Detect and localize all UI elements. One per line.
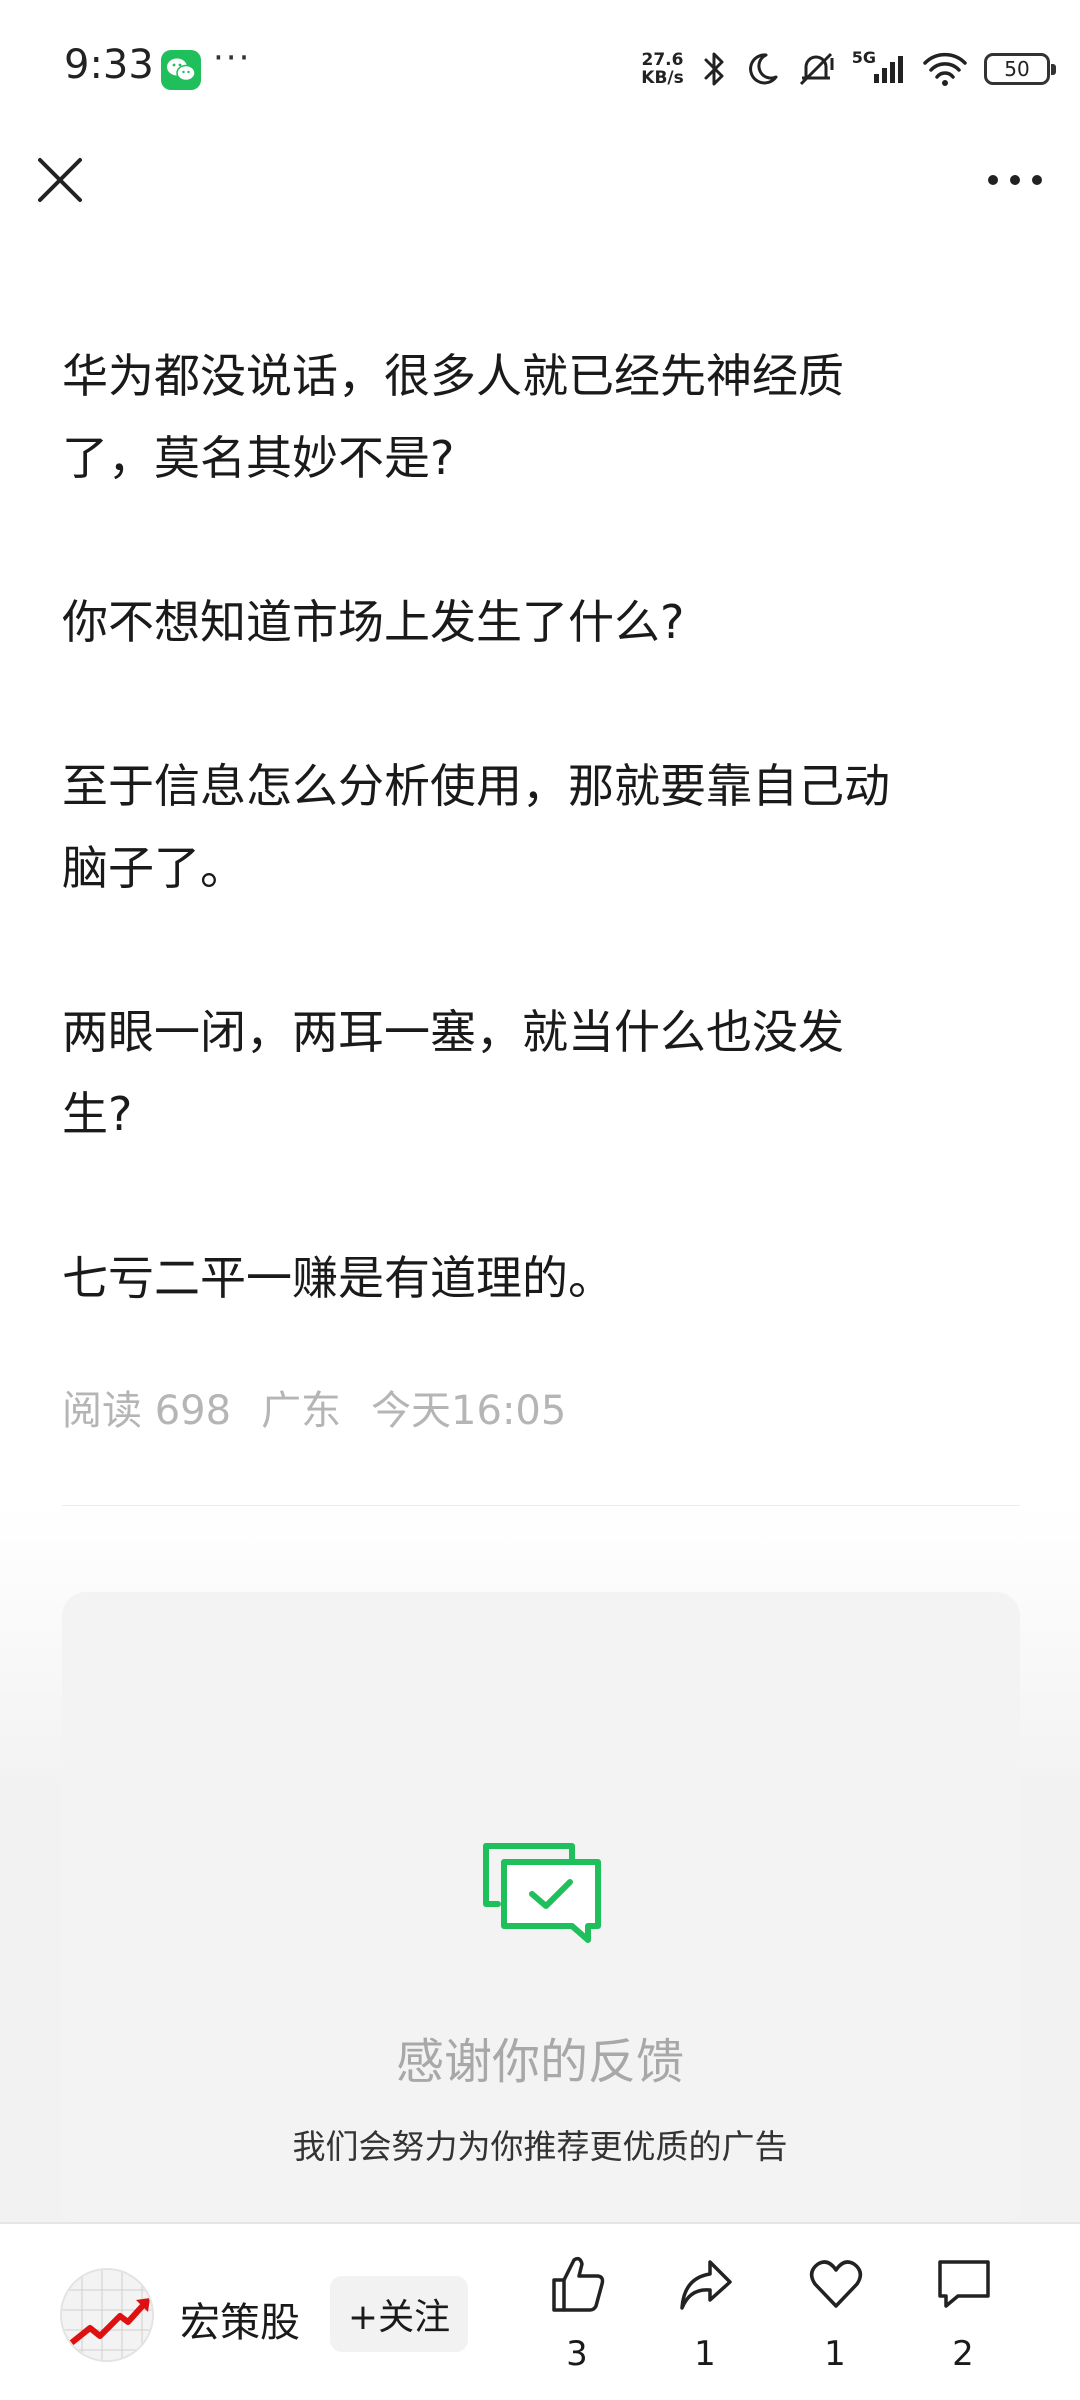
feedback-check-icon <box>483 1843 601 1943</box>
post-location: 广东 <box>261 1388 342 1434</box>
article-paragraph: 两眼一闭，两耳一塞，就当什么也没发 生? <box>62 1005 844 1141</box>
more-icon-dot <box>988 175 998 185</box>
bottom-action-bar: 宏策股 +关注 3 1 1 2 <box>0 2222 1080 2400</box>
more-icon-dot <box>1010 175 1020 185</box>
wifi-icon <box>923 52 967 86</box>
network-speed: 27.6 KB/s <box>641 51 683 87</box>
thumbs-up-icon <box>552 2256 605 2312</box>
stock-chart-avatar-icon <box>62 2270 152 2360</box>
feedback-title: 感谢你的反馈 <box>395 2034 684 2090</box>
battery-indicator: 50 <box>984 53 1056 85</box>
close-button[interactable] <box>30 150 90 210</box>
wechat-notification-icon <box>161 50 201 90</box>
bluetooth-icon <box>704 52 724 86</box>
heart-icon <box>809 2260 863 2308</box>
read-count: 阅读 698 <box>62 1388 232 1434</box>
comment-icon <box>938 2260 990 2308</box>
article-paragraph: 华为都没说话，很多人就已经先神经质 了，莫名其妙不是? <box>62 349 844 485</box>
comment-count: 2 <box>952 2334 974 2374</box>
status-more-indicator: ··· <box>213 38 252 78</box>
share-icon <box>680 2260 732 2310</box>
share-count: 1 <box>694 2334 716 2374</box>
more-icon-dot <box>1032 175 1042 185</box>
close-icon <box>38 158 82 202</box>
signal-icon <box>874 56 903 83</box>
author-name[interactable]: 宏策股 <box>180 2290 300 2348</box>
screen: 9:33 ··· 27.6 KB/s 5G 50 华为都没说话，很多人就已经先神… <box>0 0 1080 2400</box>
like-count: 3 <box>566 2334 588 2374</box>
network-type: 5G <box>851 47 876 67</box>
mute-bell-icon <box>799 52 834 86</box>
article-paragraph: 你不想知道市场上发生了什么? <box>62 595 685 649</box>
share-button[interactable]: 1 <box>660 2254 750 2394</box>
comment-button[interactable]: 2 <box>918 2254 1008 2394</box>
network-speed-value: 27.6 <box>641 50 684 70</box>
feedback-subtitle: 我们会努力为你推荐更优质的广告 <box>292 2127 788 2166</box>
moon-icon <box>748 53 778 85</box>
favorite-button[interactable]: 1 <box>790 2254 880 2394</box>
status-bar: 9:33 ··· 27.6 KB/s 5G 50 <box>0 0 1080 140</box>
status-time: 9:33 <box>64 42 154 88</box>
like-button[interactable]: 3 <box>532 2254 622 2394</box>
article-paragraph: 至于信息怎么分析使用，那就要靠自己动 脑子了。 <box>62 759 890 895</box>
author-avatar[interactable] <box>60 2268 154 2362</box>
status-icons: 27.6 KB/s 5G 50 <box>641 44 1056 94</box>
post-time: 今天16:05 <box>371 1388 567 1434</box>
article-paragraph: 七亏二平一赚是有道理的。 <box>62 1251 614 1305</box>
follow-button[interactable]: +关注 <box>330 2276 468 2352</box>
network-speed-unit: KB/s <box>641 68 684 88</box>
article-body: 华为都没说话，很多人就已经先神经质 了，莫名其妙不是? 你不想知道市场上发生了什… <box>62 335 1022 1319</box>
article-meta: 阅读 698 广东 今天16:05 <box>62 1378 566 1436</box>
favorite-count: 1 <box>824 2334 846 2374</box>
more-options-button[interactable] <box>980 155 1050 205</box>
